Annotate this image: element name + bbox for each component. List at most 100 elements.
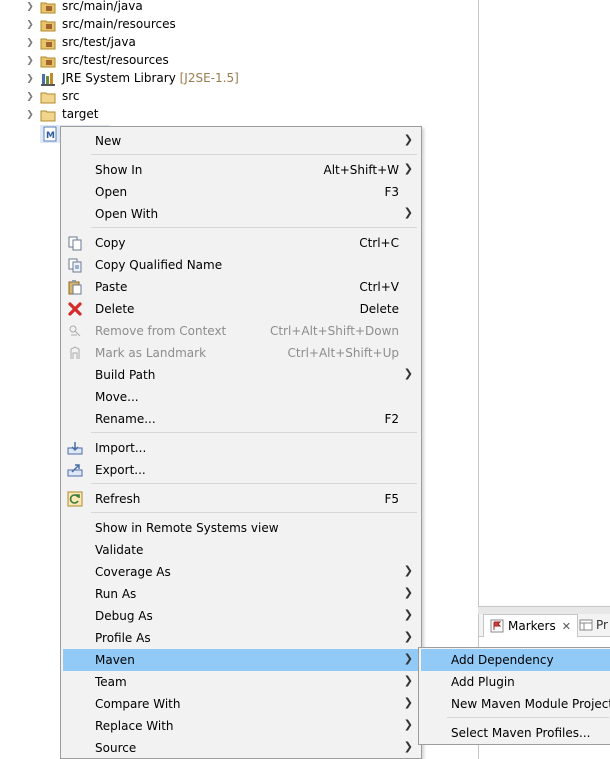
menu-item-label: Coverage As — [95, 565, 171, 579]
menu-item-new[interactable]: New ❯ — [63, 130, 419, 152]
menu-item-label: Copy — [95, 236, 126, 250]
submenu-item-select-maven-profiles[interactable]: Select Maven Profiles... — [421, 722, 610, 744]
menu-item-team[interactable]: Team ❯ — [63, 671, 419, 693]
expand-arrow-icon[interactable]: ❯ — [26, 106, 34, 124]
expand-arrow-icon[interactable]: ❯ — [26, 34, 34, 52]
menu-item-refresh[interactable]: Refresh F5 — [63, 488, 419, 510]
menu-item-label: Profile As — [95, 631, 151, 645]
menu-item-debug-as[interactable]: Debug As ❯ — [63, 605, 419, 627]
copy-qualified-icon — [68, 258, 82, 273]
menu-separator — [91, 512, 417, 513]
menu-item-move[interactable]: Move... — [63, 386, 419, 408]
tab-markers-label: Markers — [508, 619, 556, 633]
submenu-arrow-icon: ❯ — [403, 586, 413, 599]
tab-markers[interactable]: Markers ✕ — [483, 614, 578, 637]
submenu-arrow-icon: ❯ — [403, 608, 413, 621]
menu-item-build-path[interactable]: Build Path ❯ — [63, 364, 419, 386]
menu-item-remove-from-context[interactable]: Remove from Context Ctrl+Alt+Shift+Down — [63, 320, 419, 342]
context-menu: New ❯ Show In Alt+Shift+W ❯ Open F3 Open… — [60, 126, 422, 759]
menu-item-source[interactable]: Source ❯ — [63, 737, 419, 759]
tab-properties[interactable]: Pr — [575, 614, 610, 636]
package-folder-icon — [40, 56, 56, 68]
submenu-arrow-icon: ❯ — [403, 652, 413, 665]
submenu-item-add-dependency[interactable]: Add Dependency — [421, 649, 610, 671]
submenu-arrow-icon: ❯ — [403, 206, 413, 219]
menu-item-delete[interactable]: Delete Delete — [63, 298, 419, 320]
menu-item-label: Copy Qualified Name — [95, 258, 223, 272]
expand-arrow-icon[interactable]: ❯ — [26, 0, 34, 16]
menu-item-export[interactable]: Export... — [63, 459, 419, 481]
menu-separator — [91, 483, 417, 484]
tree-item-label: src — [62, 89, 80, 103]
submenu-item-new-maven-module-project[interactable]: New Maven Module Project — [421, 693, 610, 715]
expand-arrow-icon[interactable]: ❯ — [26, 16, 34, 34]
menu-item-label: Show in Remote Systems view — [95, 521, 279, 535]
menu-separator — [91, 154, 417, 155]
menu-item-shortcut: Alt+Shift+W — [323, 163, 400, 177]
refresh-icon — [67, 491, 83, 507]
editor-area — [478, 0, 610, 606]
markers-icon — [490, 619, 504, 633]
jre-version-decoration: [J2SE-1.5] — [179, 71, 239, 85]
tree-item-label: src/test/resources — [62, 53, 169, 67]
menu-item-show-in[interactable]: Show In Alt+Shift+W ❯ — [63, 159, 419, 181]
menu-item-label: Paste — [95, 280, 128, 294]
menu-item-label: Mark as Landmark — [95, 346, 207, 360]
close-icon[interactable]: ✕ — [562, 620, 571, 633]
menu-item-import[interactable]: Import... — [63, 437, 419, 459]
menu-separator — [447, 717, 609, 718]
tree-item-label: src/test/java — [62, 35, 136, 49]
menu-item-label: Open — [95, 185, 128, 199]
maven-submenu: Add Dependency Add Plugin New Maven Modu… — [418, 647, 610, 745]
menu-item-validate[interactable]: Validate — [63, 539, 419, 561]
library-icon — [41, 73, 55, 86]
menu-item-run-as[interactable]: Run As ❯ — [63, 583, 419, 605]
menu-item-open[interactable]: Open F3 — [63, 181, 419, 203]
folder-icon — [40, 110, 56, 122]
tree-item-label: src/main/java — [62, 0, 143, 13]
menu-item-label: Debug As — [95, 609, 153, 623]
tree-item-label: target — [62, 107, 99, 121]
menu-item-copy-qualified-name[interactable]: Copy Qualified Name — [63, 254, 419, 276]
menu-item-shortcut: Delete — [359, 302, 399, 316]
tab-properties-label: Pr — [596, 618, 608, 632]
export-icon — [67, 464, 83, 477]
import-icon — [67, 442, 83, 455]
menu-item-shortcut: F2 — [384, 412, 399, 426]
menu-item-coverage-as[interactable]: Coverage As ❯ — [63, 561, 419, 583]
menu-item-label: Validate — [95, 543, 144, 557]
menu-item-label: Move... — [95, 390, 139, 404]
menu-item-shortcut: F5 — [384, 492, 399, 506]
menu-item-paste[interactable]: Paste Ctrl+V — [63, 276, 419, 298]
package-folder-icon — [40, 20, 56, 32]
expand-arrow-icon[interactable]: ❯ — [26, 70, 34, 88]
menu-item-shortcut: Ctrl+Alt+Shift+Down — [269, 324, 399, 338]
menu-item-show-in-remote-systems[interactable]: Show in Remote Systems view — [63, 517, 419, 539]
copy-icon — [68, 236, 82, 251]
menu-item-label: Maven — [95, 653, 135, 667]
menu-item-label: Show In — [95, 163, 143, 177]
menu-item-replace-with[interactable]: Replace With ❯ — [63, 715, 419, 737]
menu-item-rename[interactable]: Rename... F2 — [63, 408, 419, 430]
expand-arrow-icon[interactable]: ❯ — [26, 88, 34, 106]
menu-item-profile-as[interactable]: Profile As ❯ — [63, 627, 419, 649]
menu-item-shortcut: Ctrl+Alt+Shift+Up — [287, 346, 399, 360]
menu-item-label: Refresh — [95, 492, 141, 506]
menu-item-compare-with[interactable]: Compare With ❯ — [63, 693, 419, 715]
submenu-arrow-icon: ❯ — [403, 718, 413, 731]
submenu-item-add-plugin[interactable]: Add Plugin — [421, 671, 610, 693]
submenu-arrow-icon: ❯ — [403, 696, 413, 709]
package-folder-icon — [40, 38, 56, 50]
menu-item-mark-as-landmark[interactable]: Mark as Landmark Ctrl+Alt+Shift+Up — [63, 342, 419, 364]
submenu-arrow-icon: ❯ — [403, 740, 413, 753]
submenu-item-label: Select Maven Profiles... — [451, 726, 591, 740]
menu-item-label: New — [95, 134, 122, 148]
properties-icon — [579, 619, 593, 631]
menu-item-open-with[interactable]: Open With ❯ — [63, 203, 419, 225]
menu-item-shortcut: Ctrl+V — [359, 280, 399, 294]
menu-item-copy[interactable]: Copy Ctrl+C — [63, 232, 419, 254]
submenu-arrow-icon: ❯ — [403, 162, 413, 175]
submenu-item-label: New Maven Module Project — [451, 697, 610, 711]
expand-arrow-icon[interactable]: ❯ — [26, 52, 34, 70]
menu-item-maven[interactable]: Maven ❯ — [63, 649, 419, 671]
